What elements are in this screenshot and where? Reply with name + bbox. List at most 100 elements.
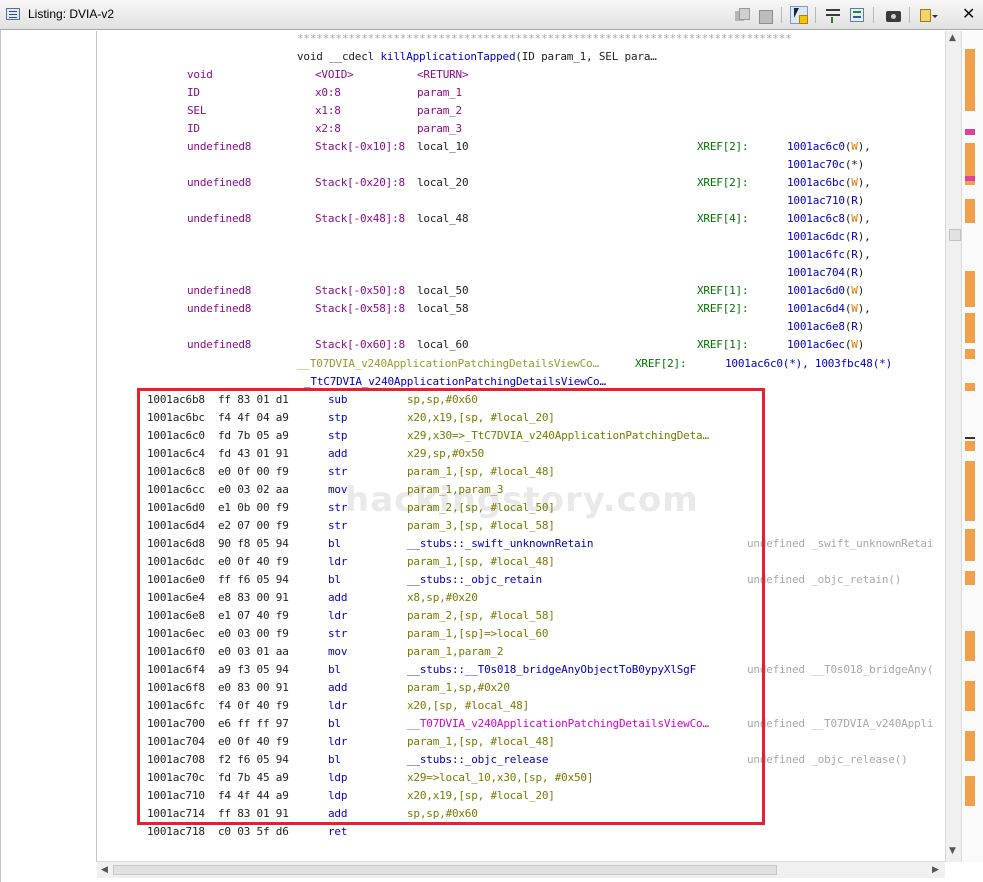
close-icon[interactable]: ✕	[958, 4, 976, 24]
param-xref-label: XREF[2]:	[697, 140, 749, 153]
label-thunk-refs[interactable]: 1001ac6c0(*), 1003fbc48(*)	[725, 355, 892, 373]
label-thunk[interactable]: __T07DVIA_v240ApplicationPatchingDetails…	[297, 355, 599, 373]
signature-prefix: void __cdecl	[297, 50, 381, 63]
xref-entry[interactable]: 1001ac704(R)	[787, 264, 864, 282]
param-type: undefined8	[187, 140, 252, 153]
function-name[interactable]: killApplicationTapped	[381, 50, 516, 63]
function-signature[interactable]: void __cdecl killApplicationTapped(ID pa…	[297, 48, 657, 66]
param-name[interactable]: local_58	[417, 300, 469, 318]
param-type: ID	[187, 86, 200, 99]
xref-separator: ,	[864, 230, 871, 243]
param-name[interactable]: local_50	[417, 282, 469, 300]
xref-separator: ,	[864, 248, 871, 261]
instruction-comment: undefined _objc_release()	[747, 753, 908, 766]
param-type: SEL	[187, 104, 207, 117]
scroll-down-icon[interactable]: ▼	[949, 846, 956, 856]
label-thunk-xref: XREF[2]:	[635, 357, 687, 370]
param-name[interactable]: param_2	[417, 102, 462, 120]
listing-margin	[12, 31, 97, 862]
overview-bar[interactable]	[961, 31, 983, 862]
xref-separator: ,	[864, 140, 871, 153]
copy-icon[interactable]	[732, 6, 750, 24]
instruction-comment: undefined _swift_unknownRetai	[747, 537, 934, 550]
param-type: undefined8	[187, 176, 252, 189]
xref-entry[interactable]: 1001ac710(R)	[787, 192, 864, 210]
xref-entry[interactable]: 1001ac6bc(W),	[787, 174, 871, 192]
xref-entry[interactable]: 1001ac70c(*)	[787, 156, 864, 174]
xref-address[interactable]: 1001ac6fc	[787, 248, 845, 261]
param-location: Stack[-0x20]:8	[315, 176, 405, 189]
param-name[interactable]: param_3	[417, 120, 462, 138]
xref-address[interactable]: 1001ac6dc	[787, 230, 845, 243]
param-location: x0:8	[315, 86, 341, 99]
param-type: void	[187, 68, 213, 81]
param-xref-label: XREF[2]:	[697, 176, 749, 189]
param-location: x2:8	[315, 122, 341, 135]
xref-address[interactable]: 1001ac6d0	[787, 284, 845, 297]
xref-entry[interactable]: 1001ac6ec(W)	[787, 336, 864, 354]
xref-address[interactable]: 1001ac6ec	[787, 338, 845, 351]
instruction-mnemonic[interactable]: ret	[328, 823, 347, 841]
param-name[interactable]: param_1	[417, 84, 462, 102]
scroll-up-icon[interactable]: ▲	[949, 33, 956, 43]
horizontal-scrollbar[interactable]: ◀ ▶	[97, 861, 945, 878]
xref-entry[interactable]: 1001ac6d4(W),	[787, 300, 871, 318]
param-name[interactable]: local_10	[417, 138, 469, 156]
param-type: undefined8	[187, 338, 252, 351]
param-type: undefined8	[187, 302, 252, 315]
xref-entry[interactable]: 1001ac6e8(R)	[787, 318, 864, 336]
xref-address[interactable]: 1001ac6c8	[787, 212, 845, 225]
xref-entry[interactable]: 1001ac6c0(W),	[787, 138, 871, 156]
xref-address[interactable]: 1001ac70c	[787, 158, 845, 171]
xref-entry[interactable]: 1001ac6dc(R),	[787, 228, 871, 246]
xref-address[interactable]: 1001ac710	[787, 194, 845, 207]
xref-address[interactable]: 1001ac704	[787, 266, 845, 279]
scroll-right-icon[interactable]: ▶	[932, 865, 939, 875]
param-location: Stack[-0x50]:8	[315, 284, 405, 297]
diff-view-icon[interactable]	[848, 6, 866, 24]
cursor-select-icon[interactable]	[790, 6, 808, 24]
param-name[interactable]: local_60	[417, 336, 469, 354]
xref-entry[interactable]: 1001ac6c8(W),	[787, 210, 871, 228]
field-layout-icon[interactable]	[824, 6, 842, 24]
listing-icon	[6, 8, 20, 20]
param-name[interactable]: local_20	[417, 174, 469, 192]
param-location: <VOID>	[315, 68, 354, 81]
highlight-box	[137, 388, 765, 825]
xref-address[interactable]: 1001ac6d4	[787, 302, 845, 315]
xref-entry[interactable]: 1001ac6fc(R),	[787, 246, 871, 264]
param-location: x1:8	[315, 104, 341, 117]
paste-icon[interactable]	[756, 6, 774, 24]
param-location: Stack[-0x10]:8	[315, 140, 405, 153]
xref-separator: ,	[864, 302, 871, 315]
param-type: undefined8	[187, 284, 252, 297]
window-title: Listing: DVIA-v2	[28, 7, 115, 21]
param-xref-label: XREF[4]:	[697, 212, 749, 225]
param-xref-label: XREF[2]:	[697, 302, 749, 315]
param-name[interactable]: <RETURN>	[417, 66, 469, 84]
vertical-scrollbar[interactable]: ▲ ▼	[945, 31, 961, 862]
snapshot-camera-icon[interactable]	[884, 6, 902, 24]
xref-address[interactable]: 1001ac6c0	[787, 140, 845, 153]
param-xref-label: XREF[1]:	[697, 284, 749, 297]
xref-address[interactable]: 1001ac6e8	[787, 320, 845, 333]
xref-address[interactable]: 1001ac6bc	[787, 176, 845, 189]
options-icon[interactable]	[918, 6, 938, 24]
param-type: undefined8	[187, 212, 252, 225]
xref-separator: ,	[864, 176, 871, 189]
window-border	[0, 30, 1, 882]
instruction-comment: undefined _objc_retain()	[747, 573, 902, 586]
instruction-comment: undefined __T0s018_bridgeAny(	[747, 663, 934, 676]
instruction-comment: undefined __T07DVIA_v240Appli	[747, 717, 934, 730]
param-name[interactable]: local_48	[417, 210, 469, 228]
param-location: Stack[-0x58]:8	[315, 302, 405, 315]
vertical-scroll-thumb[interactable]	[949, 229, 961, 241]
xref-entry[interactable]: 1001ac6d0(W)	[787, 282, 864, 300]
scroll-left-icon[interactable]: ◀	[101, 865, 108, 875]
param-type: ID	[187, 122, 200, 135]
listing-title-bar: Listing: DVIA-v2 ✕	[0, 0, 983, 30]
instruction-address[interactable]: 1001ac718	[147, 823, 205, 841]
horizontal-scroll-thumb[interactable]	[113, 865, 777, 875]
signature-suffix: (ID param_1, SEL para…	[515, 50, 657, 63]
param-location: Stack[-0x60]:8	[315, 338, 405, 351]
